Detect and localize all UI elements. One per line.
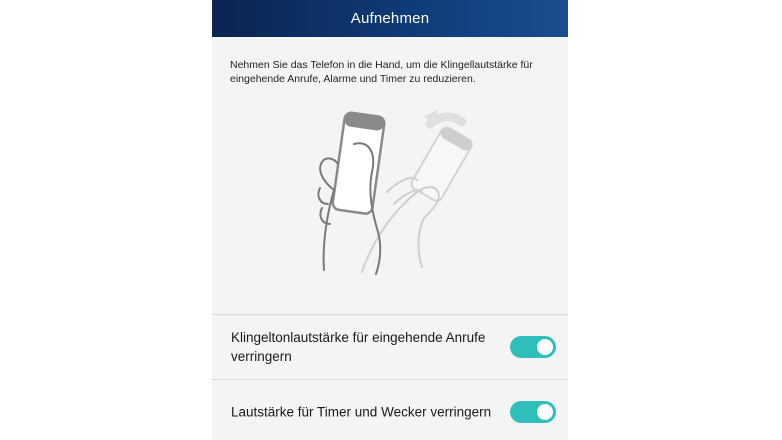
page-title: Aufnehmen — [350, 10, 430, 27]
setting-row-timer-alarm-volume[interactable]: Lautstärke für Timer und Wecker verringe… — [212, 380, 568, 440]
setting-label-ringtone-volume: Klingeltonlautstärke für eingehende Anru… — [231, 330, 486, 364]
ringtone-volume-toggle[interactable] — [510, 336, 556, 358]
gesture-description: Nehmen Sie das Telefon in die Hand, um d… — [230, 59, 533, 85]
app-bar: Aufnehmen — [212, 0, 568, 37]
setting-row-ringtone-volume[interactable]: Klingeltonlautstärke für eingehende Anru… — [212, 315, 568, 379]
setting-label-timer-alarm-volume: Lautstärke für Timer und Wecker verringe… — [231, 404, 492, 420]
toggle-knob — [537, 339, 553, 355]
timer-alarm-volume-toggle[interactable] — [510, 401, 556, 423]
phone-screen: Aufnehmen Nehmen Sie das Telefon in die … — [212, 0, 568, 440]
toggle-knob — [537, 404, 553, 420]
pick-up-phone-gesture-illustration — [317, 110, 473, 275]
